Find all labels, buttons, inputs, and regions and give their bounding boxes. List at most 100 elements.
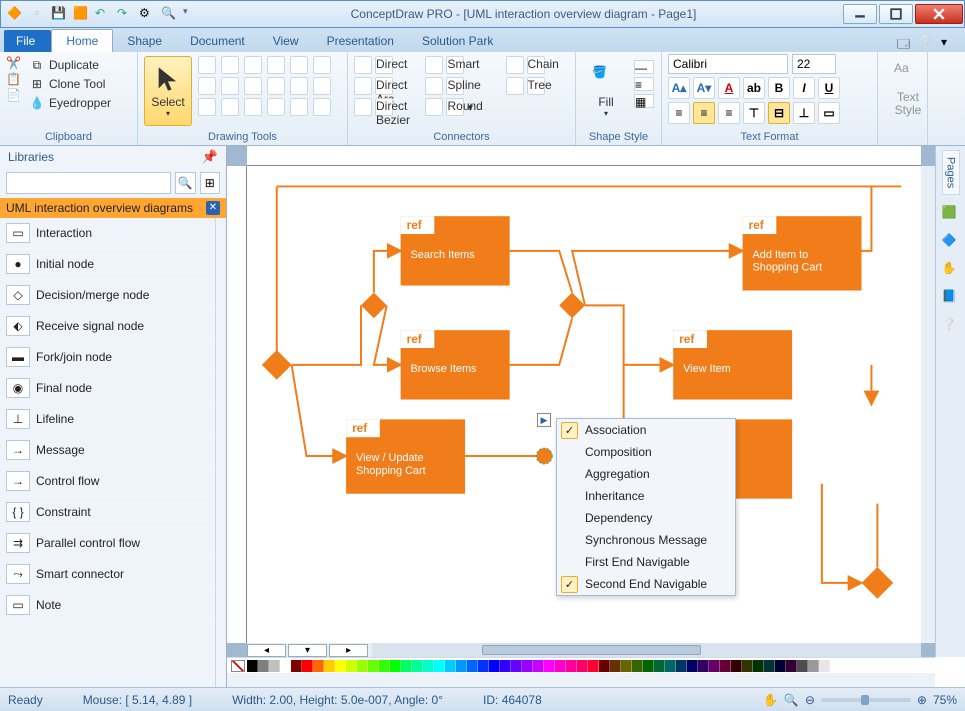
shrink-font-icon[interactable]: A▾	[693, 77, 715, 99]
shape-tools-grid[interactable]	[198, 56, 333, 116]
color-swatch[interactable]	[401, 660, 412, 672]
qat-search-icon[interactable]: 🔍	[161, 6, 177, 22]
conn-chain[interactable]: Chain	[506, 56, 570, 74]
font-color-icon[interactable]: A	[718, 77, 740, 99]
grow-font-icon[interactable]: A▴	[668, 77, 690, 99]
gear-icon[interactable]: ⚙	[139, 6, 155, 22]
align-left-icon[interactable]: ≡	[668, 102, 690, 124]
undo-icon[interactable]: ↶	[95, 6, 111, 22]
color-swatch[interactable]	[753, 660, 764, 672]
close-button[interactable]	[915, 4, 963, 24]
color-swatch[interactable]	[335, 660, 346, 672]
color-swatch[interactable]	[280, 660, 291, 672]
font-size-input[interactable]	[792, 54, 836, 74]
align-middle-icon[interactable]: ⊟	[768, 102, 790, 124]
conn-direct-arc[interactable]: Direct Arc	[354, 77, 417, 95]
color-swatch[interactable]	[665, 660, 676, 672]
snap-icon[interactable]: 🔷	[942, 233, 960, 251]
color-swatch[interactable]	[687, 660, 698, 672]
color-swatch[interactable]	[654, 660, 665, 672]
color-swatch[interactable]	[445, 660, 456, 672]
vertical-scrollbar[interactable]	[921, 166, 935, 643]
align-bottom-icon[interactable]: ⊥	[793, 102, 815, 124]
library-item[interactable]: →Message	[0, 435, 215, 466]
color-swatch[interactable]	[775, 660, 786, 672]
maximize-button[interactable]	[879, 4, 913, 24]
sheet-nav-first[interactable]: ◂	[247, 644, 286, 657]
text-box-icon[interactable]: ▭	[818, 102, 840, 124]
context-menu-item[interactable]: Aggregation	[557, 463, 735, 485]
zoom-tool-icon[interactable]: 🔍	[784, 693, 799, 707]
color-swatch[interactable]	[313, 660, 324, 672]
font-family-input[interactable]	[668, 54, 788, 74]
context-menu-item[interactable]: Synchronous Message	[557, 529, 735, 551]
redo-icon[interactable]: ↷	[117, 6, 133, 22]
tab-view[interactable]: View	[259, 30, 313, 52]
tab-home[interactable]: Home	[51, 29, 113, 52]
color-swatch[interactable]	[291, 660, 302, 672]
color-swatch[interactable]	[555, 660, 566, 672]
file-tab[interactable]: File	[4, 30, 51, 52]
context-menu-item[interactable]: First End Navigable	[557, 551, 735, 573]
color-swatch[interactable]	[643, 660, 654, 672]
select-tool-button[interactable]: Select ▾	[144, 56, 192, 126]
qat-dropdown-icon[interactable]: ▾	[183, 6, 199, 22]
color-swatch[interactable]	[368, 660, 379, 672]
library-search-input[interactable]	[6, 172, 171, 194]
layers-icon[interactable]: 🟩	[942, 205, 960, 223]
tab-shape[interactable]: Shape	[113, 30, 176, 52]
align-center-icon[interactable]: ≡	[693, 102, 715, 124]
library-section-header[interactable]: UML interaction overview diagrams ✕	[0, 198, 226, 218]
color-swatch[interactable]	[522, 660, 533, 672]
color-swatch[interactable]	[357, 660, 368, 672]
context-menu-item[interactable]: Inheritance	[557, 485, 735, 507]
window-list-icon[interactable]: 🗔	[897, 35, 911, 49]
color-swatch[interactable]	[588, 660, 599, 672]
color-swatch[interactable]	[610, 660, 621, 672]
minimize-button[interactable]	[843, 4, 877, 24]
color-swatch[interactable]	[577, 660, 588, 672]
align-top-icon[interactable]: ⊤	[743, 102, 765, 124]
color-swatch[interactable]	[467, 660, 478, 672]
horizontal-scrollbar[interactable]	[372, 643, 921, 657]
italic-button[interactable]: I	[793, 77, 815, 99]
color-swatch[interactable]	[742, 660, 753, 672]
library-item[interactable]: ●Initial node	[0, 249, 215, 280]
new-doc-icon[interactable]: ▫️	[29, 6, 45, 22]
bold-button[interactable]: B	[768, 77, 790, 99]
library-item[interactable]: ◉Final node	[0, 373, 215, 404]
conn-spline[interactable]: Spline	[425, 77, 497, 95]
library-item[interactable]: ▭Note	[0, 590, 215, 621]
context-menu-item[interactable]: Composition	[557, 441, 735, 463]
sheet-nav-next[interactable]: ▸	[329, 644, 368, 657]
smart-handle-icon[interactable]: ▶	[537, 413, 551, 427]
color-swatch[interactable]	[302, 660, 313, 672]
align-right-icon[interactable]: ≡	[718, 102, 740, 124]
library-item[interactable]: ◇Decision/merge node	[0, 280, 215, 311]
underline-button[interactable]: U	[818, 77, 840, 99]
color-swatch[interactable]	[247, 660, 258, 672]
color-swatch[interactable]	[324, 660, 335, 672]
library-item[interactable]: ▬Fork/join node	[0, 342, 215, 373]
color-swatch[interactable]	[456, 660, 467, 672]
color-swatch[interactable]	[500, 660, 511, 672]
no-fill-swatch[interactable]	[231, 660, 245, 672]
library-search-button[interactable]: 🔍	[175, 172, 196, 194]
color-swatch[interactable]	[709, 660, 720, 672]
cut-icon[interactable]: ✂️	[6, 56, 21, 70]
line-weight-icon[interactable]: ≡	[634, 77, 654, 91]
color-swatch[interactable]	[269, 660, 280, 672]
library-item[interactable]: ⇉Parallel control flow	[0, 528, 215, 559]
pages-tab[interactable]: Pages	[942, 150, 960, 195]
library-item[interactable]: ⊥Lifeline	[0, 404, 215, 435]
color-palette[interactable]	[227, 657, 935, 673]
color-swatch[interactable]	[489, 660, 500, 672]
library-item[interactable]: ▭Interaction	[0, 218, 215, 249]
color-swatch[interactable]	[346, 660, 357, 672]
library-item[interactable]: ⬖Receive signal node	[0, 311, 215, 342]
prop-icon[interactable]: 📘	[942, 289, 960, 307]
help-panel-icon[interactable]: ❔	[942, 317, 960, 335]
color-swatch[interactable]	[786, 660, 797, 672]
context-menu-item[interactable]: ✓Second End Navigable	[557, 573, 735, 595]
conn-direct-bezier[interactable]: Direct Bezier	[354, 98, 417, 116]
